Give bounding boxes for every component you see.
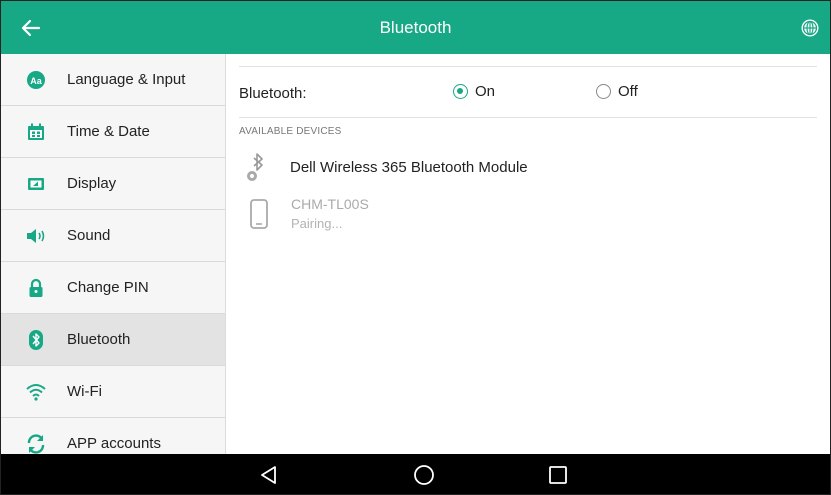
bluetooth-off-radio[interactable]: Off [596,83,638,100]
sidebar-item-label: Bluetooth [67,331,131,348]
phone-screen: Bluetooth Aa Language & Input Time & Dat… [0,0,831,495]
device-list-item[interactable]: CHM-TL00S Pairing... [239,194,817,238]
bluetooth-icon [25,329,47,351]
svg-text:Aa: Aa [30,76,42,86]
sidebar-item-bluetooth[interactable]: Bluetooth [1,314,225,366]
sidebar-item-change-pin[interactable]: Change PIN [1,262,225,314]
nav-recent-square-icon[interactable] [545,462,571,488]
bluetooth-on-radio[interactable]: On [453,83,495,100]
bluetooth-on-label: On [475,83,496,100]
sidebar-item-time-date[interactable]: Time & Date [1,106,225,158]
sidebar-item-label: Sound [67,227,111,244]
sidebar-item-sound[interactable]: Sound [1,210,225,262]
sidebar-item-label: Wi-Fi [67,383,102,400]
sidebar-item-label: Language & Input [67,71,186,88]
android-nav-bar [1,454,830,494]
sync-icon [25,433,47,455]
sidebar-item-label: APP accounts [67,435,161,452]
settings-sidebar: Aa Language & Input Time & Date Display … [1,54,226,454]
sidebar-item-display[interactable]: Display [1,158,225,210]
nav-home-circle-icon[interactable] [411,462,437,488]
top-bar: Bluetooth [1,1,830,54]
calendar-icon [25,121,47,143]
globe-icon[interactable] [800,18,820,38]
display-icon [25,173,47,195]
speaker-icon [25,225,47,247]
wifi-icon [25,381,47,403]
bluetooth-label: Bluetooth: [239,85,307,102]
bluetooth-device-icon [247,153,263,181]
language-icon: Aa [25,69,47,91]
sidebar-item-language-input[interactable]: Aa Language & Input [1,54,225,106]
device-list-item[interactable]: Dell Wireless 365 Bluetooth Module [239,150,817,190]
sidebar-item-app-accounts[interactable]: APP accounts [1,418,225,454]
sidebar-item-label: Time & Date [67,123,150,140]
phone-icon [250,199,268,229]
sidebar-item-label: Display [67,175,117,192]
radio-checked-icon [453,84,468,99]
bluetooth-settings-panel: Bluetooth: On Off AVAILABLE DEVICES Dell… [227,54,830,454]
bluetooth-off-label: Off [618,83,638,100]
sidebar-item-label: Change PIN [67,279,149,296]
device-name: Dell Wireless 365 Bluetooth Module [290,159,528,176]
sidebar-item-wifi[interactable]: Wi-Fi [1,366,225,418]
page-title: Bluetooth [379,18,452,37]
available-devices-header: AVAILABLE DEVICES [239,126,342,137]
arrow-left-icon[interactable] [17,14,45,42]
nav-back-triangle-icon[interactable] [256,462,282,488]
lock-icon [25,277,47,299]
device-name: CHM-TL00S [291,196,369,212]
bluetooth-toggle-row: Bluetooth: On Off [239,66,817,118]
device-status: Pairing... [291,216,343,231]
radio-unchecked-icon [596,84,611,99]
